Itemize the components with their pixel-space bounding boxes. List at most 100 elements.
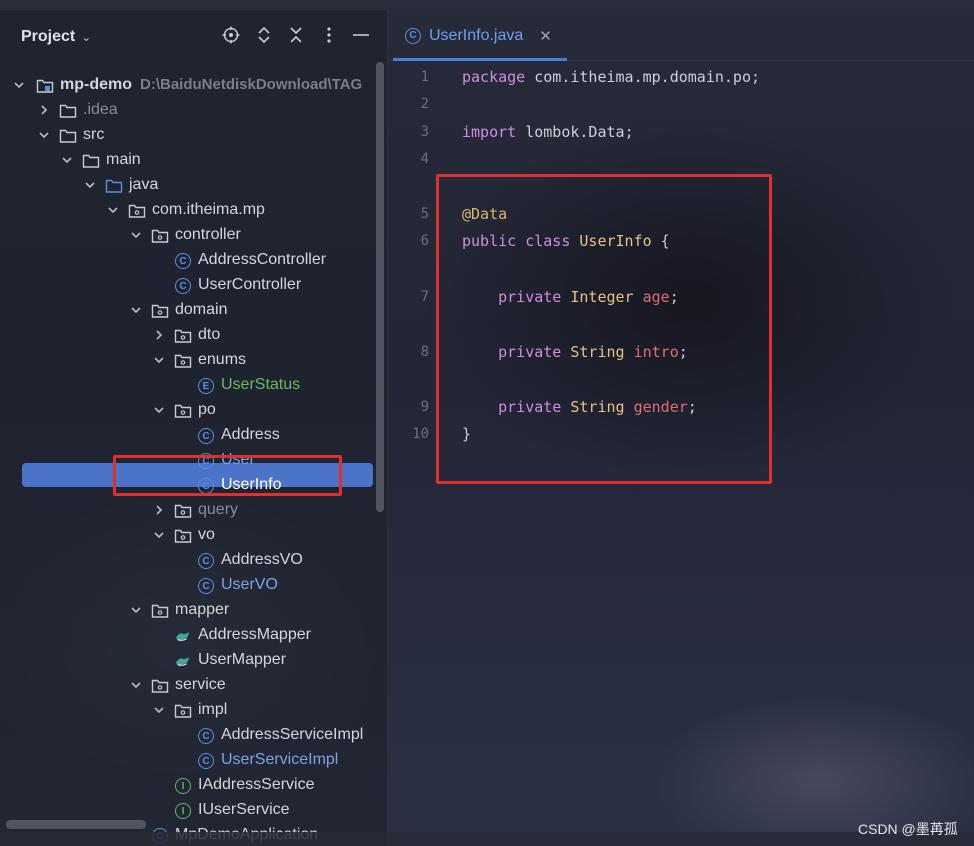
chevron-down-icon[interactable] [129, 228, 143, 242]
project-panel-title: Project [21, 28, 76, 45]
tree-item-label: controller [175, 226, 241, 243]
tree-item-controller[interactable]: controller [0, 223, 388, 248]
chevron-down-icon[interactable] [152, 403, 166, 417]
tree-item-java[interactable]: java [0, 173, 388, 198]
highlight-box-class-code [436, 174, 772, 484]
tree-item-domain[interactable]: domain [0, 298, 388, 323]
tree-item-usercontroller[interactable]: C UserController [0, 273, 388, 298]
tree-item-label: IUserService [198, 801, 290, 818]
chevron-down-icon[interactable] [12, 78, 26, 92]
tree-item-label: mapper [175, 601, 230, 618]
tree-item-com-itheima-mp[interactable]: com.itheima.mp [0, 198, 388, 223]
code-token: ; [751, 68, 761, 86]
tree-item-addresscontroller[interactable]: C AddressController [0, 248, 388, 273]
module-folder-icon [36, 77, 54, 95]
project-view-selector[interactable]: Project ⌄ [21, 28, 91, 46]
tab-userinfo-java[interactable]: C UserInfo.java ✕ [393, 10, 567, 61]
tree-item-main[interactable]: main [0, 148, 388, 173]
chevron-down-icon[interactable] [152, 353, 166, 367]
tree-item-label: query [198, 501, 239, 518]
locate-file-icon[interactable] [220, 24, 242, 46]
tab-label: UserInfo.java [429, 26, 524, 44]
tree-item-label: src [83, 126, 105, 143]
chevron-down-icon[interactable] [129, 303, 143, 317]
tree-item-vo[interactable]: vo [0, 523, 388, 548]
tree-item-label: com.itheima.mp [152, 201, 265, 218]
package-icon [174, 502, 192, 520]
enum-icon: E [197, 377, 215, 395]
line-number: 8 [420, 344, 429, 360]
chevron-down-icon[interactable] [152, 528, 166, 542]
tree-item-label: UserStatus [221, 376, 301, 393]
tree-item-dto[interactable]: dto [0, 323, 388, 348]
tree-vertical-scrollbar[interactable] [376, 62, 384, 512]
tree-item--idea[interactable]: .idea [0, 98, 388, 123]
code-text: import lombok.Data; [462, 123, 634, 141]
line-number: 5 [420, 206, 429, 222]
tree-item-userstatus[interactable]: E UserStatus [0, 373, 388, 398]
tree-item-label: dto [198, 326, 221, 343]
chevron-down-icon[interactable] [152, 703, 166, 717]
source-folder-icon [105, 177, 123, 195]
window-top-strip [0, 0, 974, 10]
editor-tab-bar: C UserInfo.java ✕ [389, 10, 974, 61]
package-icon [174, 702, 192, 720]
more-options-icon[interactable] [318, 24, 340, 46]
code-token: import [462, 123, 526, 141]
chevron-down-icon[interactable] [129, 678, 143, 692]
tree-item-userserviceimpl[interactable]: C UserServiceImpl [0, 748, 388, 773]
tree-item-mapper[interactable]: mapper [0, 598, 388, 623]
tree-item-label: po [198, 401, 216, 418]
chevron-down-icon[interactable] [83, 178, 97, 192]
chevron-right-icon[interactable] [37, 103, 51, 117]
class-icon: C [174, 277, 192, 295]
tree-item-label: AddressVO [221, 551, 303, 568]
package-icon [151, 302, 169, 320]
code-line: 3 import lombok.Data; [389, 121, 974, 145]
tree-item-label: AddressServiceImpl [221, 726, 364, 743]
package-icon [128, 202, 146, 220]
folder-icon [59, 127, 77, 145]
tree-horizontal-scrollbar[interactable] [6, 820, 146, 829]
code-token: com.itheima.mp.domain.po [534, 68, 751, 86]
interface-icon: I [174, 777, 192, 795]
chevron-down-icon[interactable] [106, 203, 120, 217]
code-text: package com.itheima.mp.domain.po; [462, 68, 760, 86]
line-number: 3 [420, 124, 429, 140]
tree-item-usermapper[interactable]: UserMapper [0, 648, 388, 673]
close-icon[interactable]: ✕ [539, 27, 552, 45]
tree-item-addressserviceimpl[interactable]: C AddressServiceImpl [0, 723, 388, 748]
tree-item-enums[interactable]: enums [0, 348, 388, 373]
tree-item-label: UserServiceImpl [221, 751, 339, 768]
tree-item-impl[interactable]: impl [0, 698, 388, 723]
tree-item-uservo[interactable]: C UserVO [0, 573, 388, 598]
class-icon: C [174, 252, 192, 270]
package-icon [151, 227, 169, 245]
chevron-down-icon[interactable] [129, 603, 143, 617]
tree-item-label: java [129, 176, 159, 193]
tree-item-query[interactable]: query [0, 498, 388, 523]
chevron-down-icon[interactable] [60, 153, 74, 167]
tree-item-addressmapper[interactable]: AddressMapper [0, 623, 388, 648]
expand-all-icon[interactable] [253, 24, 275, 46]
chevron-down-icon[interactable] [37, 128, 51, 142]
tree-item-address[interactable]: C Address [0, 423, 388, 448]
tree-item-src[interactable]: src [0, 123, 388, 148]
code-line: 4 [389, 148, 974, 172]
collapse-all-icon[interactable] [285, 24, 307, 46]
mapper-icon [174, 652, 192, 670]
line-number: 7 [420, 289, 429, 305]
package-icon [174, 527, 192, 545]
interface-icon: I [174, 802, 192, 820]
tree-item-service[interactable]: service [0, 673, 388, 698]
tree-item-label: UserMapper [198, 651, 287, 668]
tree-item-iaddressservice[interactable]: I IAddressService [0, 773, 388, 798]
tree-item-mp-demo[interactable]: mp-demo D:\BaiduNetdiskDownload\TAG [0, 73, 388, 98]
watermark: CSDN @墨苒孤 [858, 821, 958, 837]
class-icon: C [197, 427, 215, 445]
tree-item-po[interactable]: po [0, 398, 388, 423]
chevron-right-icon[interactable] [152, 503, 166, 517]
chevron-right-icon[interactable] [152, 328, 166, 342]
hide-panel-icon[interactable] [350, 24, 372, 46]
tree-item-addressvo[interactable]: C AddressVO [0, 548, 388, 573]
